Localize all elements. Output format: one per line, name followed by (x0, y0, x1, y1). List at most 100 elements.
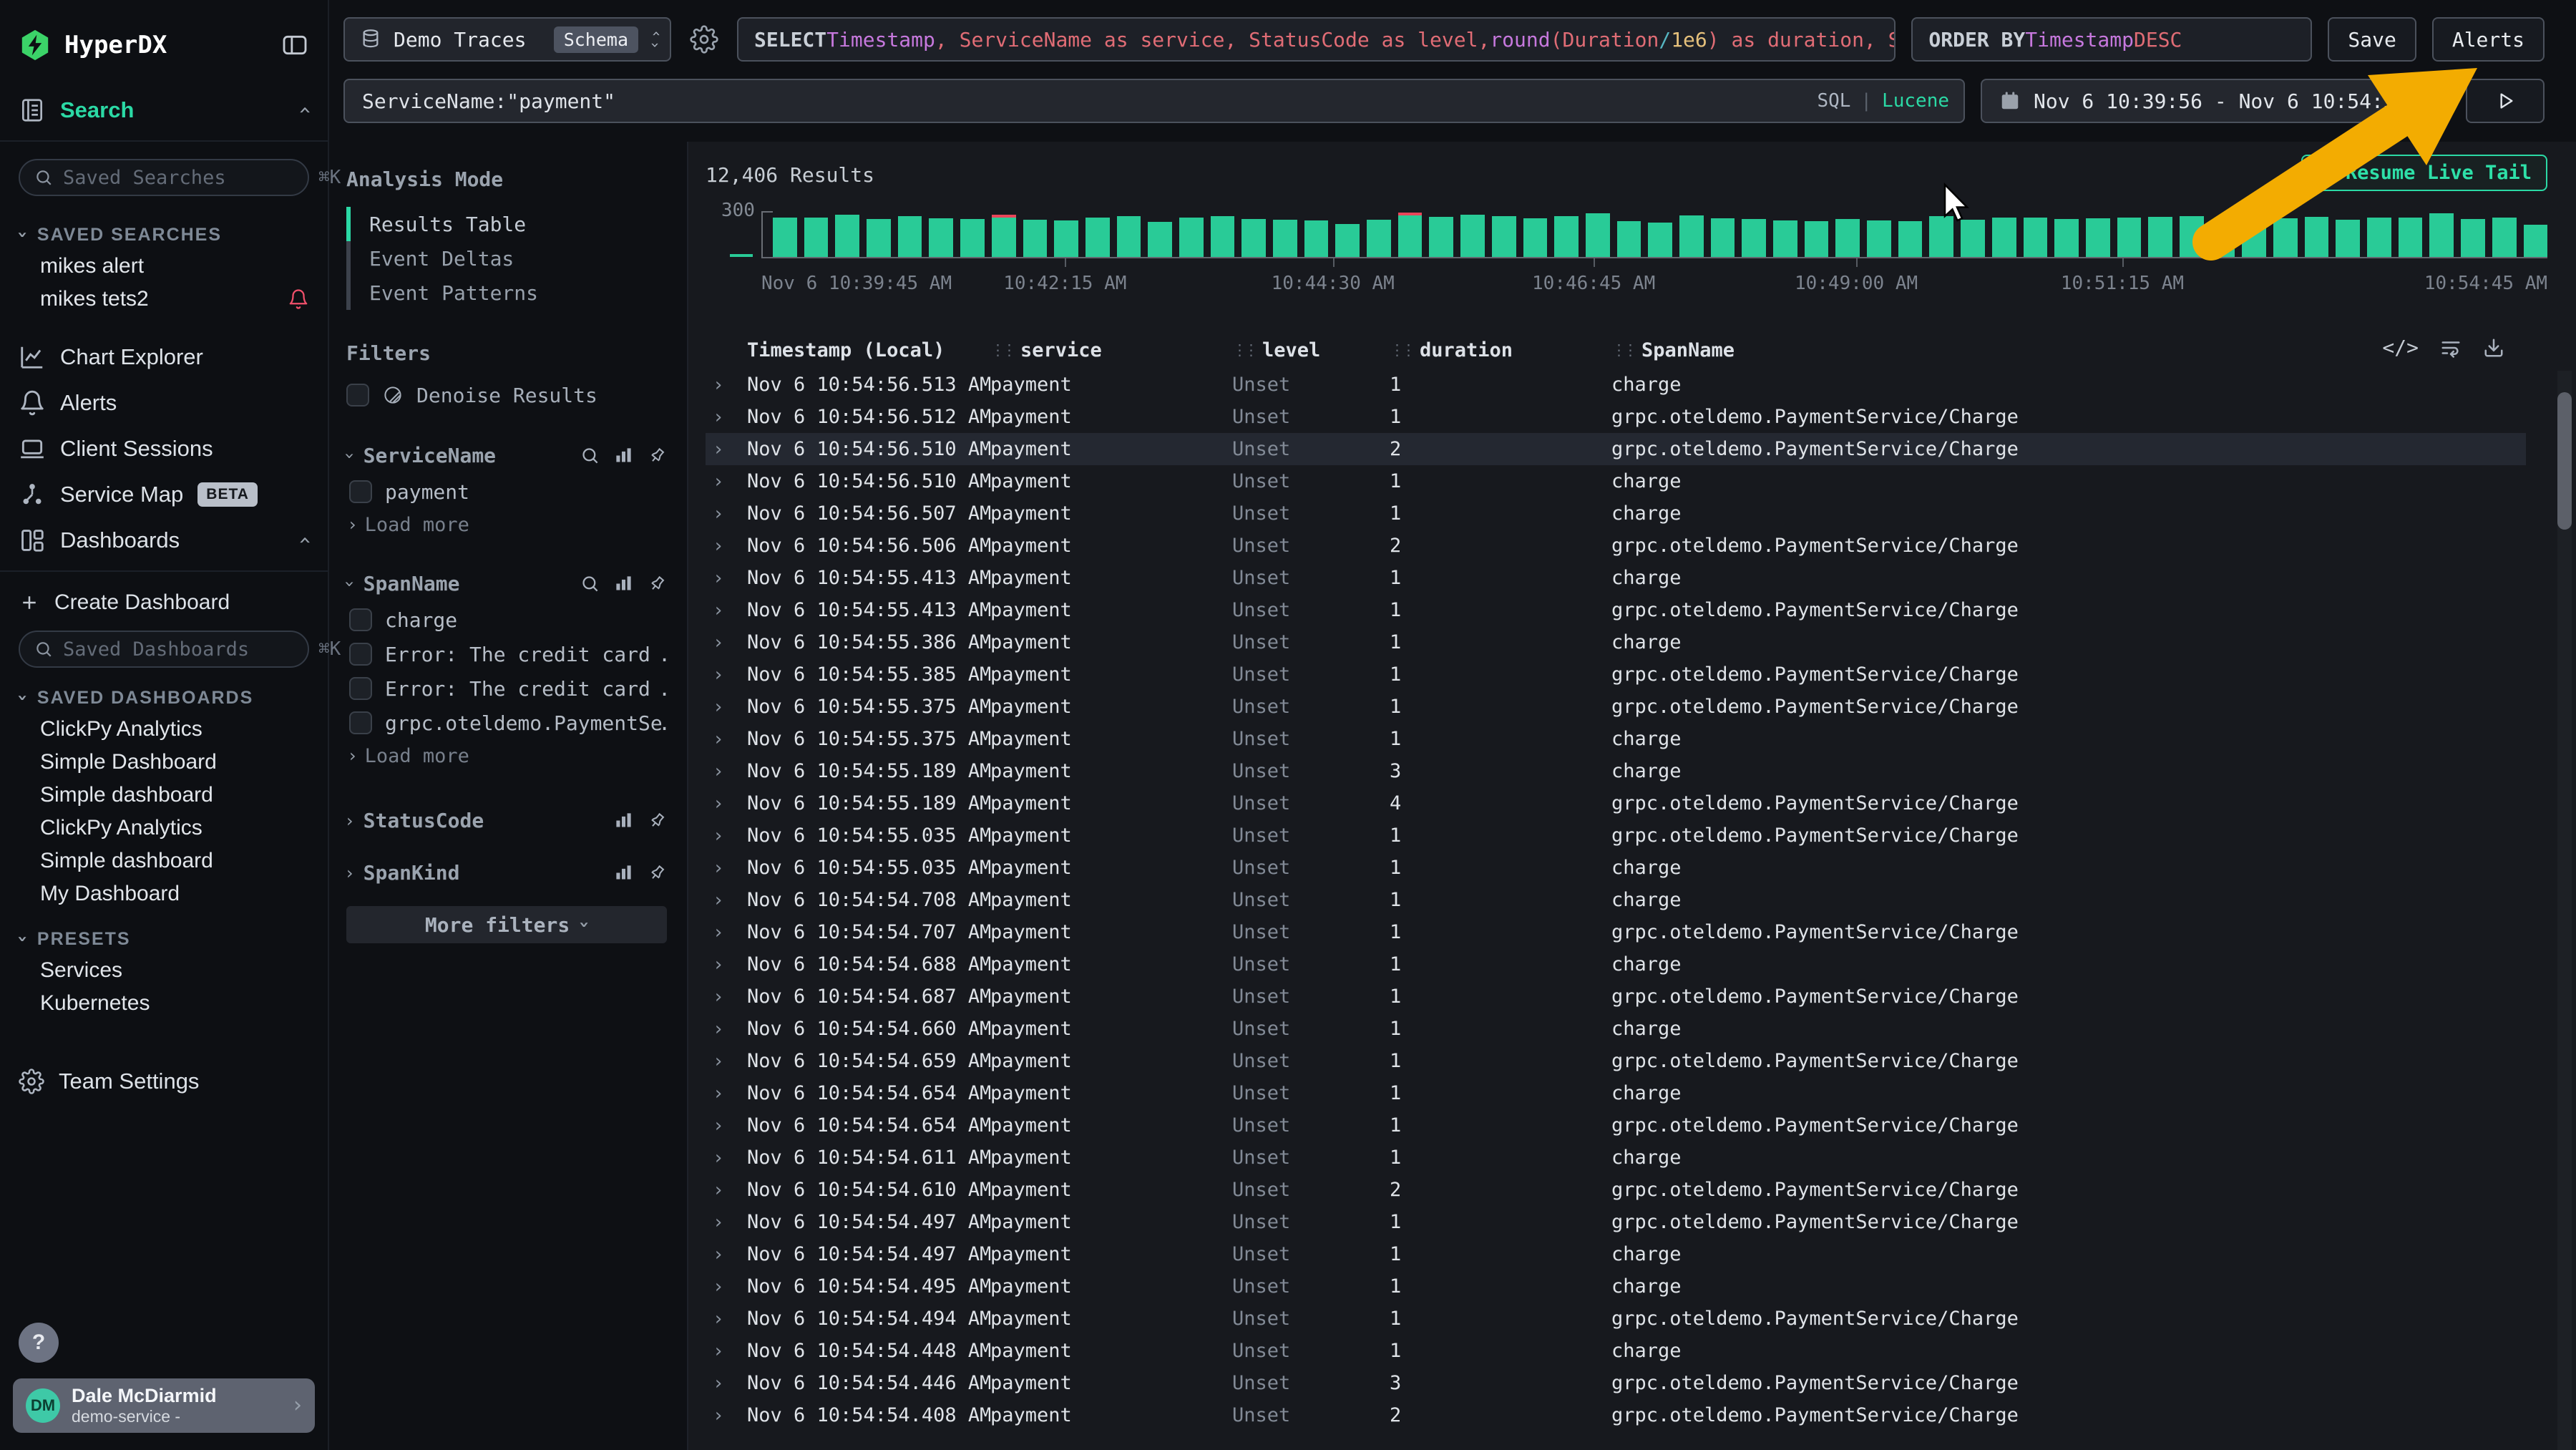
table-row[interactable]: ›Nov 6 10:54:55.189 AMpaymentUnset4grpc.… (706, 787, 2526, 819)
expand-row-icon[interactable]: › (706, 1212, 747, 1233)
histogram-bar[interactable] (1211, 216, 1235, 257)
histogram-bar[interactable] (2399, 218, 2423, 257)
sql-mode-toggle[interactable]: SQL (1817, 90, 1850, 112)
saved-dashboard-item[interactable]: Simple dashboard (19, 845, 309, 877)
user-menu[interactable]: DM Dale McDiarmid demo-service - › (13, 1378, 315, 1433)
table-row[interactable]: ›Nov 6 10:54:54.408 AMpaymentUnset2grpc.… (706, 1399, 2526, 1431)
checkbox[interactable] (349, 643, 372, 666)
histogram-bar[interactable] (1992, 218, 2016, 257)
histogram-bar[interactable] (1679, 215, 1704, 257)
saved-dashboards-header[interactable]: › SAVED DASHBOARDS (19, 688, 309, 709)
histogram-bar[interactable] (804, 218, 829, 257)
table-row[interactable]: ›Nov 6 10:54:54.497 AMpaymentUnset1charg… (706, 1238, 2526, 1270)
table-row[interactable]: ›Nov 6 10:54:54.708 AMpaymentUnset1charg… (706, 884, 2526, 916)
create-dashboard-button[interactable]: Create Dashboard (19, 582, 309, 623)
expand-row-icon[interactable]: › (706, 1018, 747, 1040)
saved-dashboards-input[interactable] (63, 638, 308, 661)
sidebar-item-team-settings[interactable]: Team Settings (19, 1059, 309, 1104)
histogram-bar[interactable] (1617, 221, 1641, 257)
histogram-bar[interactable] (1398, 215, 1423, 257)
table-row[interactable]: ›Nov 6 10:54:55.413 AMpaymentUnset1grpc.… (706, 594, 2526, 626)
results-histogram[interactable]: 300 Nov 6 10:39:45 AM10:42:15 AM10:44:30… (761, 211, 2547, 300)
expand-row-icon[interactable]: › (706, 503, 747, 525)
expand-row-icon[interactable]: › (706, 793, 747, 814)
table-row[interactable]: ›Nov 6 10:54:54.654 AMpaymentUnset1grpc.… (706, 1109, 2526, 1142)
expand-row-icon[interactable]: › (706, 664, 747, 686)
table-row[interactable]: ›Nov 6 10:54:56.507 AMpaymentUnset1charg… (706, 497, 2526, 530)
expand-row-icon[interactable]: › (706, 1340, 747, 1362)
histogram-bar[interactable] (1492, 216, 1516, 257)
expand-row-icon[interactable]: › (706, 825, 747, 847)
analysis-mode-option[interactable]: Event Deltas (346, 241, 667, 276)
histogram-bar[interactable] (2054, 219, 2079, 257)
sidebar-item-alerts[interactable]: Alerts (19, 380, 309, 426)
histogram-bar[interactable] (2273, 218, 2298, 257)
pin-icon[interactable] (648, 811, 667, 830)
spanname-load-more[interactable]: › Load more (346, 740, 667, 772)
table-row[interactable]: ›Nov 6 10:54:54.446 AMpaymentUnset3grpc.… (706, 1367, 2526, 1399)
expand-row-icon[interactable]: › (706, 857, 747, 879)
histogram-bar[interactable] (2180, 216, 2204, 257)
expand-row-icon[interactable]: › (706, 374, 747, 396)
table-row[interactable]: ›Nov 6 10:54:56.512 AMpaymentUnset1grpc.… (706, 401, 2526, 433)
saved-dashboard-item[interactable]: ClickPy Analytics (19, 713, 309, 746)
drag-handle-icon[interactable]: ⋮⋮ (1611, 341, 1634, 359)
histogram-bar[interactable] (1179, 218, 1204, 257)
drag-handle-icon[interactable]: ⋮⋮ (990, 341, 1013, 359)
search-icon[interactable] (580, 574, 600, 593)
histogram-bar[interactable] (1835, 219, 1860, 257)
histogram-bar[interactable] (960, 219, 985, 257)
histogram-bar[interactable] (1961, 220, 1985, 257)
servicename-load-more[interactable]: › Load more (346, 509, 667, 540)
histogram-bar[interactable] (2524, 225, 2548, 257)
histogram-bar[interactable] (898, 216, 922, 257)
filter-group-servicename[interactable]: › ServiceName (346, 444, 667, 467)
expand-row-icon[interactable]: › (706, 761, 747, 782)
download-icon[interactable] (2483, 337, 2504, 359)
histogram-bar[interactable] (1241, 219, 1266, 257)
histogram-bar[interactable] (1742, 219, 1766, 257)
table-row[interactable]: ›Nov 6 10:54:54.707 AMpaymentUnset1grpc.… (706, 916, 2526, 948)
column-header-duration[interactable]: ⋮⋮duration (1390, 339, 1611, 361)
histogram-bar[interactable] (1273, 220, 1297, 257)
table-row[interactable]: ›Nov 6 10:54:54.611 AMpaymentUnset1charg… (706, 1142, 2526, 1174)
table-row[interactable]: ›Nov 6 10:54:54.495 AMpaymentUnset1charg… (706, 1270, 2526, 1303)
table-row[interactable]: ›Nov 6 10:54:54.448 AMpaymentUnset1charg… (706, 1335, 2526, 1367)
sidebar-item-search[interactable]: Search › (19, 87, 309, 133)
table-row[interactable]: ›Nov 6 10:54:55.385 AMpaymentUnset1grpc.… (706, 658, 2526, 691)
more-filters-button[interactable]: More filters › (346, 906, 667, 943)
saved-searches-input[interactable] (63, 167, 308, 189)
resume-live-tail-button[interactable]: Resume Live Tail (2301, 155, 2547, 191)
table-row[interactable]: ›Nov 6 10:54:56.510 AMpaymentUnset2grpc.… (706, 433, 2526, 465)
run-query-button[interactable] (2466, 79, 2545, 123)
sidebar-item-chart-explorer[interactable]: Chart Explorer (19, 334, 309, 380)
sidebar-item-dashboards[interactable]: Dashboards › (19, 517, 309, 563)
histogram-bar[interactable] (1429, 217, 1453, 257)
expand-row-icon[interactable]: › (706, 696, 747, 718)
lucene-mode-toggle[interactable]: Lucene (1882, 90, 1949, 112)
pin-icon[interactable] (648, 574, 667, 593)
expand-row-icon[interactable]: › (706, 922, 747, 943)
table-row[interactable]: ›Nov 6 10:54:54.688 AMpaymentUnset1charg… (706, 948, 2526, 981)
histogram-bar[interactable] (2148, 217, 2172, 257)
histogram-bar[interactable] (1367, 220, 1391, 257)
saved-dashboard-item[interactable]: Simple dashboard (19, 779, 309, 812)
expand-row-icon[interactable]: › (706, 407, 747, 428)
expand-row-icon[interactable]: › (706, 1083, 747, 1104)
table-row[interactable]: ›Nov 6 10:54:54.497 AMpaymentUnset1grpc.… (706, 1206, 2526, 1238)
checkbox[interactable] (346, 384, 369, 407)
table-row[interactable]: ›Nov 6 10:54:56.506 AMpaymentUnset2grpc.… (706, 530, 2526, 562)
filter-option[interactable]: Error: The credit card … (346, 637, 667, 671)
drag-handle-icon[interactable]: ⋮⋮ (1390, 341, 1413, 359)
histogram-bar[interactable] (2336, 220, 2360, 257)
histogram-bar[interactable] (1523, 218, 1548, 257)
chart-icon[interactable] (614, 863, 633, 882)
expand-row-icon[interactable]: › (706, 954, 747, 975)
expand-row-icon[interactable]: › (706, 1147, 747, 1169)
table-row[interactable]: ›Nov 6 10:54:55.413 AMpaymentUnset1charg… (706, 562, 2526, 594)
sidebar-item-service-map[interactable]: Service Map BETA (19, 472, 309, 517)
saved-dashboard-item[interactable]: ClickPy Analytics (19, 812, 309, 845)
table-row[interactable]: ›Nov 6 10:54:56.513 AMpaymentUnset1charg… (706, 369, 2526, 401)
expand-row-icon[interactable]: › (706, 1405, 747, 1426)
chart-icon[interactable] (614, 574, 633, 593)
